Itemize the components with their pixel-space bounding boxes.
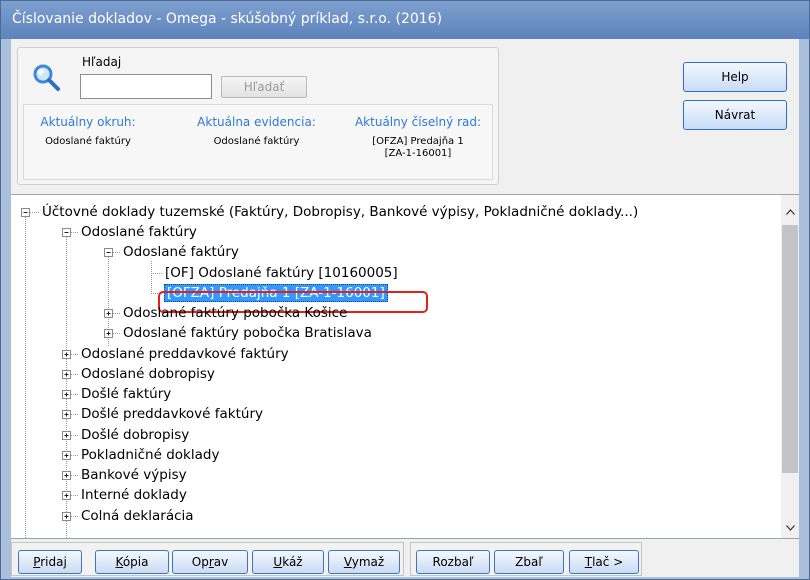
edit-toolbar: Pridaj Kópia Oprav Ukáž Vymaž bbox=[11, 542, 404, 576]
scroll-thumb[interactable] bbox=[782, 225, 798, 473]
delete-button[interactable]: Vymaž bbox=[328, 550, 400, 574]
current-info-box: Aktuálny okruh: Odoslané faktúry Aktuáln… bbox=[23, 104, 493, 180]
tree-node-cash-documents[interactable]: Pokladničné doklady bbox=[81, 446, 219, 464]
search-button[interactable]: Hľadať bbox=[221, 76, 307, 98]
current-series-value-line2: [ZA-1-16001] bbox=[384, 148, 452, 159]
search-input[interactable] bbox=[80, 74, 212, 99]
print-button-mnemonic: T bbox=[584, 555, 593, 569]
edit-button-label-a: Op bbox=[191, 555, 209, 569]
expand-button[interactable]: Rozbaľ bbox=[416, 550, 490, 574]
add-button[interactable]: Pridaj bbox=[18, 550, 82, 574]
scroll-up-icon[interactable] bbox=[786, 209, 795, 215]
show-button-mnemonic: U bbox=[273, 555, 283, 569]
current-series-label: Aktuálny číselný rad: bbox=[354, 115, 482, 129]
tree-node-internal-documents[interactable]: Interné doklady bbox=[81, 486, 187, 504]
current-range: Aktuálny okruh: Odoslané faktúry bbox=[38, 115, 138, 148]
tree-node-sent-advance-invoices[interactable]: Odoslané preddavkové faktúry bbox=[81, 345, 289, 363]
collapse-button[interactable]: Zbaľ bbox=[494, 550, 564, 574]
current-series-value-line1: [OFZA] Predajňa 1 bbox=[372, 136, 464, 147]
tree-node-sent-invoices-bratislava[interactable]: Odoslané faktúry pobočka Bratislava bbox=[123, 324, 372, 342]
current-evidence-label: Aktuálna evidencia: bbox=[197, 115, 316, 129]
current-range-label: Aktuálny okruh: bbox=[40, 115, 136, 129]
tree-node-sent-invoices-group[interactable]: Odoslané faktúry bbox=[81, 223, 197, 241]
copy-button[interactable]: Kópia bbox=[95, 550, 169, 574]
tree-node-bank-statements[interactable]: Bankové výpisy bbox=[81, 466, 187, 484]
dialog-client-area: Hľadaj Hľadať Aktuálny okruh: Odoslané f… bbox=[11, 39, 799, 577]
tree-node-sent-invoices-kosice[interactable]: Odoslané faktúry pobočka Košice bbox=[123, 304, 347, 322]
tree-node-sent-credit-notes[interactable]: Odoslané dobropisy bbox=[81, 365, 215, 383]
search-label: Hľadaj bbox=[82, 55, 122, 69]
print-button[interactable]: Tlač > bbox=[569, 550, 639, 574]
edit-button-label-b: av bbox=[213, 555, 229, 569]
add-button-label: ridaj bbox=[40, 555, 67, 569]
search-group: Hľadaj Hľadať Aktuálny okruh: Odoslané f… bbox=[17, 47, 499, 185]
tree-node-root[interactable]: Účtovné doklady tuzemské (Faktúry, Dobro… bbox=[42, 203, 638, 221]
tree-node-received-advance-invoices[interactable]: Došlé preddavkové faktúry bbox=[81, 405, 263, 423]
app-window: Číslovanie dokladov - Omega - skúšobný p… bbox=[0, 0, 810, 580]
search-icon bbox=[33, 64, 60, 91]
document-tree[interactable]: Účtovné doklady tuzemské (Faktúry, Dobro… bbox=[11, 194, 799, 539]
current-series-value: [OFZA] Predajňa 1 [ZA-1-16001] bbox=[354, 136, 482, 160]
tree-node-sent-invoices[interactable]: Odoslané faktúry bbox=[123, 243, 239, 261]
tree-scrollbar[interactable] bbox=[781, 195, 799, 538]
current-series: Aktuálny číselný rad: [OFZA] Predajňa 1 … bbox=[354, 115, 482, 160]
edit-button[interactable]: Oprav bbox=[172, 550, 248, 574]
tree-node-customs-declaration[interactable]: Colná deklarácia bbox=[81, 507, 194, 525]
copy-button-label: ópia bbox=[122, 555, 149, 569]
tree-node-received-credit-notes[interactable]: Došlé dobropisy bbox=[81, 426, 189, 444]
scroll-down-icon[interactable] bbox=[786, 525, 795, 531]
show-button[interactable]: Ukáž bbox=[252, 550, 324, 574]
return-button[interactable]: Návrat bbox=[683, 100, 787, 130]
current-evidence-value: Odoslané faktúry bbox=[213, 136, 300, 147]
current-evidence: Aktuálna evidencia: Odoslané faktúry bbox=[194, 115, 319, 148]
window-title: Číslovanie dokladov - Omega - skúšobný p… bbox=[1, 1, 809, 39]
tree-node-series-of[interactable]: [OF] Odoslané faktúry [10160005] bbox=[165, 264, 398, 282]
delete-button-mnemonic: V bbox=[343, 555, 352, 569]
tree-node-received-invoices[interactable]: Došlé faktúry bbox=[81, 385, 171, 403]
copy-button-mnemonic: K bbox=[115, 555, 123, 569]
show-button-label: káž bbox=[282, 555, 303, 569]
print-button-label: lač > bbox=[592, 555, 624, 569]
tree-toolbar: Rozbaľ Zbaľ Tlač > bbox=[410, 542, 642, 576]
help-button[interactable]: Help bbox=[683, 62, 787, 92]
current-range-value: Odoslané faktúry bbox=[45, 136, 131, 147]
delete-button-label: ymaž bbox=[351, 555, 385, 569]
